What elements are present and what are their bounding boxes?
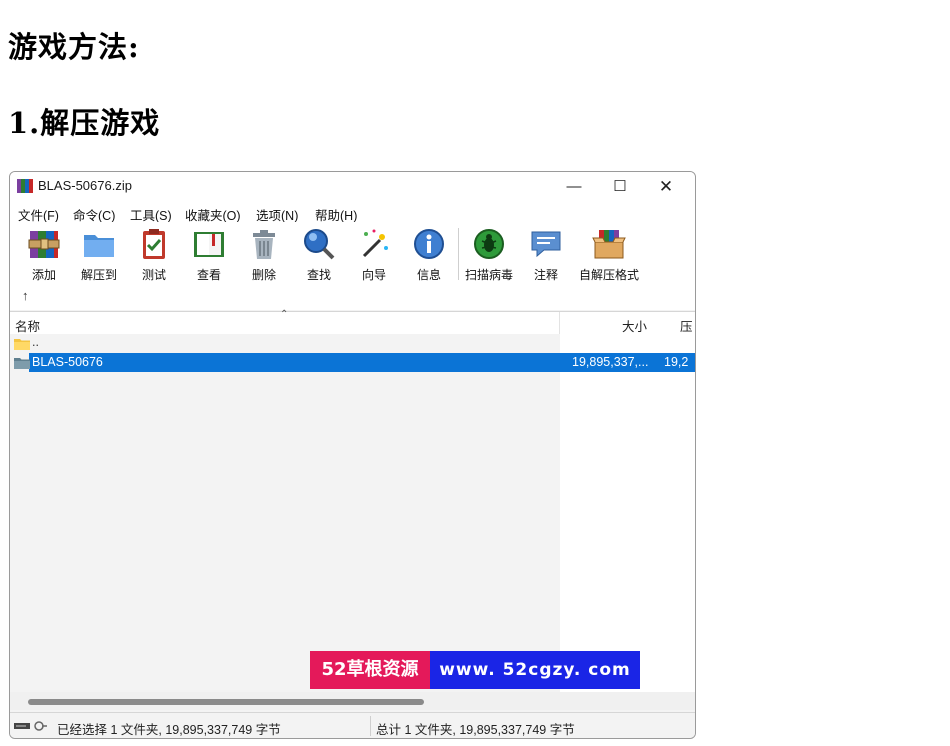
wizard-button-label: 向导 [361,268,386,282]
find-button[interactable]: 查找 [292,226,346,283]
column-header-name[interactable]: 名称 [15,316,40,335]
extract-folder-icon [84,235,114,257]
up-folder-button[interactable]: ↑ [22,288,29,303]
comment-button[interactable]: 注释 [519,226,573,283]
wizard-button[interactable]: 向导 [347,226,401,283]
row-packed-size: 19,2 [664,355,689,369]
wizard-wand-icon [362,229,388,258]
column-divider[interactable] [559,312,560,334]
column-header-packed[interactable]: 压 [680,316,693,335]
parent-folder-row[interactable]: .. [10,334,695,354]
add-button[interactable]: 添加 [17,226,71,283]
column-header-row: 名称 ⌃ 大小 压 [10,309,695,335]
column-header-size[interactable]: 大小 [622,316,647,335]
trash-icon [253,230,275,259]
add-archive-icon [28,231,60,258]
minimize-button[interactable]: — [551,172,597,202]
page-heading-step-1: 1.解压游戏 [8,106,161,140]
row-size: 19,895,337,... [572,355,649,369]
toolbar-separator [458,228,459,280]
find-magnifier-icon [304,229,335,260]
drive-key-icon[interactable] [14,720,48,732]
watermark-site-name: 52草根资源 [310,651,430,689]
view-book-icon [194,232,224,257]
watermark-url: www. 52cgzy. com [430,651,640,689]
delete-button-label: 删除 [251,268,276,282]
find-button-label: 查找 [306,268,331,282]
page-heading-method: 游戏方法: [8,30,140,64]
horizontal-scrollbar[interactable] [10,692,695,710]
file-list[interactable] [10,334,560,692]
status-divider [370,716,371,736]
menu-bar: 文件(F) 命令(C) 工具(S) 收藏夹(O) 选项(N) 帮助(H) [10,202,695,223]
virus-scan-button-label: 扫描病毒 [464,268,513,282]
test-clipboard-icon [143,229,165,259]
test-button-label: 测试 [141,268,166,282]
row-name: BLAS-50676 [32,355,103,369]
sfx-button-label: 自解压格式 [578,268,639,282]
sfx-box-icon [592,230,626,259]
delete-button[interactable]: 删除 [237,226,291,283]
parent-folder-label: .. [32,335,39,349]
extract-to-button-label: 解压到 [80,268,117,282]
view-button[interactable]: 查看 [182,226,236,283]
toolbar: 添加 解压到 测试 查看 删除 查找 向导 信息 扫描病毒 注释 自解压格式 ↑ [10,222,695,310]
info-button[interactable]: 信息 [402,226,456,283]
window-title: BLAS-50676.zip [38,178,132,193]
sfx-button[interactable]: 自解压格式 [573,226,645,283]
scrollbar-thumb[interactable] [28,699,424,705]
title-bar: BLAS-50676.zip — ☐ ✕ [10,172,695,202]
status-bar: 已经选择 1 文件夹, 19,895,337,749 字节 总计 1 文件夹, … [10,712,695,738]
close-button[interactable]: ✕ [643,172,689,202]
table-row[interactable]: BLAS-50676 19,895,337,... 19,2 [10,353,695,373]
sort-ascending-icon: ⌃ [280,309,289,320]
info-icon [414,229,444,259]
comment-icon [531,231,561,258]
comment-button-label: 注释 [533,268,558,282]
folder-up-icon [14,339,30,350]
add-button-label: 添加 [31,268,56,282]
info-button-label: 信息 [416,268,441,282]
virus-scan-button[interactable]: 扫描病毒 [462,226,516,283]
file-list-size-column [560,334,695,692]
maximize-button[interactable]: ☐ [597,172,643,202]
folder-icon [14,358,30,369]
test-button[interactable]: 测试 [127,226,181,283]
virus-scan-icon [474,229,504,259]
status-selected: 已经选择 1 文件夹, 19,895,337,749 字节 [57,723,281,737]
extract-to-button[interactable]: 解压到 [72,226,126,283]
view-button-label: 查看 [196,268,221,282]
winrar-app-icon [17,179,33,193]
status-total: 总计 1 文件夹, 19,895,337,749 字节 [376,723,575,737]
